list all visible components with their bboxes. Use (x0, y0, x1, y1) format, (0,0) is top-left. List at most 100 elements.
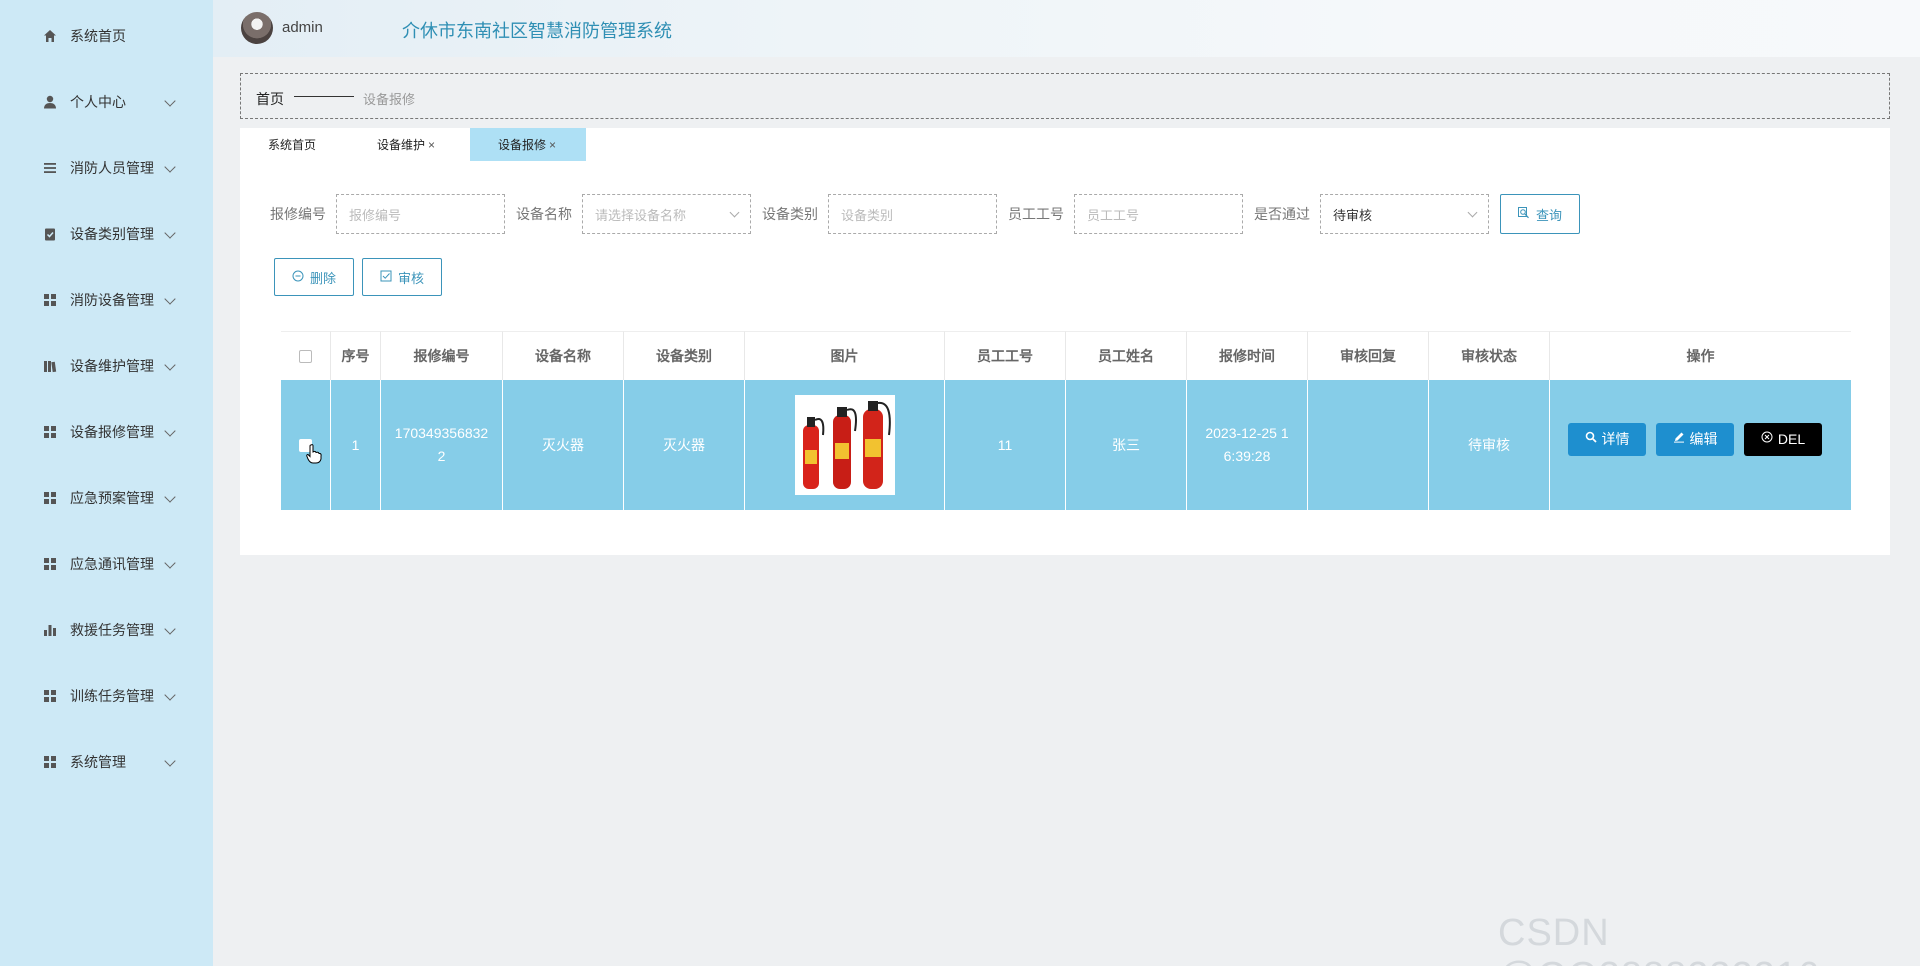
tab-home[interactable]: 系统首页 (268, 128, 328, 161)
cell-device-type: 灭火器 (624, 380, 745, 510)
del-label: DEL (1777, 431, 1806, 447)
select-all-cell (281, 331, 331, 380)
clipboard-check-icon (42, 227, 57, 242)
breadcrumb: 首页 设备报修 (240, 73, 1890, 119)
checkbox-check-icon (380, 270, 392, 285)
sidebar-item-training[interactable]: 训练任务管理 (0, 663, 213, 729)
filter-label-repair-no: 报修编号 (270, 206, 326, 222)
cell-index: 1 (331, 380, 381, 510)
grid-icon (42, 293, 57, 308)
tab-maintenance[interactable]: 设备维护 × (377, 128, 449, 161)
close-icon[interactable]: × (428, 138, 435, 152)
query-label: 查询 (1535, 207, 1562, 223)
cell-reply (1308, 380, 1429, 510)
sidebar-item-system[interactable]: 系统管理 (0, 729, 213, 795)
device-name-select[interactable]: 请选择设备名称 (582, 194, 751, 234)
chevron-down-icon (164, 359, 176, 371)
sidebar-item-firefighters[interactable]: 消防人员管理 (0, 135, 213, 201)
breadcrumb-separator (294, 96, 354, 97)
column-header: 操作 (1550, 331, 1851, 380)
sidebar-item-label: 个人中心 (70, 94, 126, 110)
chevron-down-icon (164, 623, 176, 635)
tab-label: 设备维护 (377, 138, 426, 152)
book-icon (42, 359, 57, 374)
grid-icon (42, 425, 57, 440)
detail-label: 详情 (1601, 431, 1630, 447)
bar-chart-icon (42, 623, 57, 638)
sidebar-item-label: 救援任务管理 (70, 622, 154, 638)
sidebar-item-label: 训练任务管理 (70, 688, 154, 704)
column-header: 员工工号 (945, 331, 1066, 380)
review-button[interactable]: 审核 (362, 258, 442, 296)
repair-no-line: 2 (437, 448, 446, 464)
watermark: CSDN @QQ3888232316 (1498, 912, 1819, 966)
edit-button[interactable]: 编辑 (1656, 423, 1734, 456)
tab-repair[interactable]: 设备报修 × (470, 128, 586, 161)
search-icon (1517, 206, 1530, 222)
placeholder: 请选择设备名称 (595, 207, 687, 223)
column-header: 图片 (745, 331, 945, 380)
sidebar-item-maintenance[interactable]: 设备维护管理 (0, 333, 213, 399)
cell-image (745, 380, 945, 510)
column-header: 设备名称 (503, 331, 624, 380)
chevron-down-icon (164, 425, 176, 437)
close-icon[interactable]: × (549, 138, 556, 152)
column-header: 员工姓名 (1066, 331, 1187, 380)
column-header: 序号 (331, 331, 381, 380)
username[interactable]: admin (282, 19, 323, 36)
chevron-down-icon (164, 95, 176, 107)
cell-device-name: 灭火器 (503, 380, 624, 510)
cell-repair-time: 2023-12-25 1 6:39:28 (1187, 380, 1308, 510)
sidebar-item-device-types[interactable]: 设备类别管理 (0, 201, 213, 267)
cell-staff-no: 11 (945, 380, 1066, 510)
repair-no-input[interactable]: 报修编号 (336, 194, 505, 234)
cell-staff-name: 张三 (1066, 380, 1187, 510)
sidebar-item-repair[interactable]: 设备报修管理 (0, 399, 213, 465)
chevron-down-icon (164, 689, 176, 701)
time-line: 2023-12-25 1 (1205, 425, 1289, 441)
grid-icon (42, 557, 57, 572)
chevron-down-icon (164, 755, 176, 767)
tab-label: 系统首页 (268, 138, 317, 152)
repair-table: 序号 报修编号 设备名称 设备类别 图片 员工工号 员工姓名 报修时间 审核回复… (281, 331, 1851, 515)
chevron-down-icon (164, 161, 176, 173)
close-circle-icon (1761, 428, 1773, 451)
sidebar-item-home[interactable]: 系统首页 (0, 3, 213, 69)
breadcrumb-home[interactable]: 首页 (256, 89, 284, 109)
user-icon (42, 95, 57, 110)
avatar[interactable] (241, 12, 273, 44)
detail-button[interactable]: 详情 (1568, 423, 1646, 456)
grid-icon (42, 689, 57, 704)
repair-no-line: 170349356832 (394, 425, 489, 441)
placeholder: 设备类别 (841, 207, 894, 223)
del-button[interactable]: DEL (1744, 423, 1822, 456)
page-title: 介休市东南社区智慧消防管理系统 (402, 21, 672, 41)
extinguisher-image[interactable] (794, 395, 895, 495)
sidebar: 系统首页 个人中心 消防人员管理 设备类别管理 消防设备管理 设备维护管理 设备… (0, 0, 213, 966)
sidebar-item-label: 系统管理 (70, 754, 126, 770)
table-row[interactable]: 1 170349356832 2 灭火器 灭火器 11 张三 2023-12-2… (281, 380, 1851, 510)
search-icon (1585, 428, 1597, 451)
staff-no-input[interactable]: 员工工号 (1074, 194, 1243, 234)
delete-button[interactable]: 删除 (274, 258, 354, 296)
sidebar-item-emergency-comm[interactable]: 应急通讯管理 (0, 531, 213, 597)
sidebar-item-emergency-plan[interactable]: 应急预案管理 (0, 465, 213, 531)
chevron-down-icon (164, 227, 176, 239)
chevron-down-icon (164, 557, 176, 569)
approved-select[interactable]: 待审核 (1320, 194, 1489, 234)
placeholder: 员工工号 (1087, 207, 1140, 223)
device-type-input[interactable]: 设备类别 (828, 194, 997, 234)
placeholder: 报修编号 (349, 207, 402, 223)
minus-circle-icon (292, 270, 304, 285)
column-header: 审核状态 (1429, 331, 1550, 380)
review-label: 审核 (397, 270, 424, 286)
pencil-icon (1673, 428, 1685, 451)
sidebar-item-rescue[interactable]: 救援任务管理 (0, 597, 213, 663)
query-button[interactable]: 查询 (1500, 194, 1580, 234)
sidebar-item-fire-devices[interactable]: 消防设备管理 (0, 267, 213, 333)
chevron-down-icon (164, 491, 176, 503)
select-all-checkbox[interactable] (299, 349, 312, 363)
hand-cursor-icon (306, 444, 322, 464)
delete-label: 删除 (309, 270, 336, 286)
sidebar-item-personal[interactable]: 个人中心 (0, 69, 213, 135)
